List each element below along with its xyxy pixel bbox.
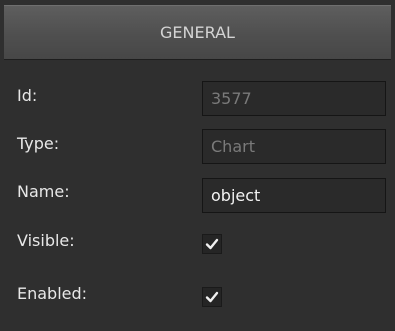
- properties-panel: GENERAL Id: 3577 Type: Chart Name: objec…: [0, 0, 395, 331]
- visible-checkbox[interactable]: [202, 234, 222, 254]
- visible-label: Visible:: [17, 231, 75, 250]
- name-label: Name:: [17, 182, 70, 201]
- enabled-checkbox[interactable]: [202, 287, 222, 307]
- type-field: Chart: [202, 129, 386, 164]
- name-input[interactable]: object: [202, 178, 386, 213]
- id-label: Id:: [17, 86, 38, 105]
- enabled-label: Enabled:: [17, 284, 88, 303]
- check-icon: [205, 238, 219, 250]
- check-icon: [205, 291, 219, 303]
- section-header-general[interactable]: GENERAL: [4, 5, 391, 60]
- id-field: 3577: [202, 81, 386, 116]
- section-title: GENERAL: [160, 23, 235, 42]
- type-label: Type:: [17, 134, 60, 153]
